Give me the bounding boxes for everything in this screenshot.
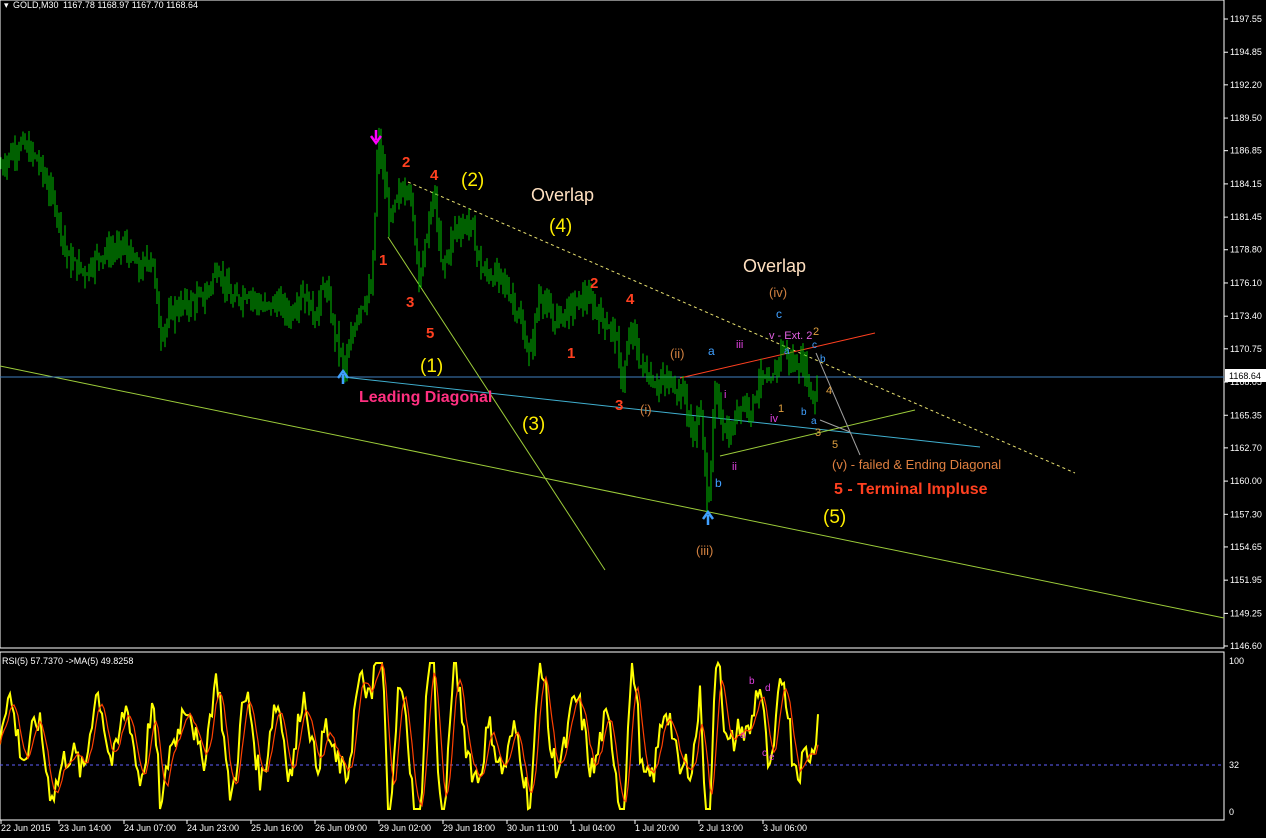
rsi-label-b: b xyxy=(749,676,755,687)
sub-wave-4: 4 xyxy=(430,167,439,184)
price-tick-label: 1162.70 xyxy=(1230,443,1262,453)
price-tick-label: 1154.65 xyxy=(1230,542,1262,552)
small-a-1: a xyxy=(708,344,715,358)
price-tick-label: 1173.40 xyxy=(1230,311,1262,321)
sub-wave-4-2: 2 xyxy=(590,275,598,292)
price-tick-label: 1151.95 xyxy=(1230,575,1262,585)
time-tick-label: 30 Jun 11:00 xyxy=(507,823,558,833)
time-tick-label: 29 Jun 18:00 xyxy=(443,823,495,833)
price-tick-label: 1178.80 xyxy=(1230,245,1262,255)
arrow-up-icon xyxy=(701,509,715,525)
time-tick-label: 25 Jun 16:00 xyxy=(251,823,303,833)
time-tick-label: 3 Jul 06:00 xyxy=(763,823,807,833)
time-tick-label: 29 Jun 02:00 xyxy=(379,823,431,833)
wave-i-label: (i) xyxy=(640,402,652,417)
small-5: 5 xyxy=(832,439,838,451)
wave-ii-label: (ii) xyxy=(670,346,684,361)
wave-iv-label: (iv) xyxy=(769,285,787,300)
wave-label-2: (2) xyxy=(461,170,484,191)
price-axis: 1197.55 1194.85 1192.20 1189.50 1186.85 1184.… xyxy=(1224,14,1262,651)
time-tick-label: 1 Jul 20:00 xyxy=(635,823,679,833)
sub-wave-5: 5 xyxy=(426,325,434,342)
lower-channel-line xyxy=(0,365,1225,619)
price-tick-label: 1181.45 xyxy=(1230,212,1262,222)
sub-wave-4-4: 4 xyxy=(626,291,635,308)
price-tick-label: 1160.00 xyxy=(1230,476,1262,486)
wave-iii-label: (iii) xyxy=(696,543,713,558)
price-tick-label: 1149.25 xyxy=(1230,608,1262,618)
price-tick-label: 1165.35 xyxy=(1230,410,1262,420)
rsi-labels: b d a c e xyxy=(740,676,775,763)
overlap-label-1: Overlap xyxy=(531,185,594,205)
price-candles xyxy=(0,127,818,513)
price-tick-label: 1176.10 xyxy=(1230,278,1262,288)
small-c-2: c xyxy=(812,340,817,351)
small-b-1: b xyxy=(715,476,722,490)
wave-v-label: (v) - failed & Ending Diagonal xyxy=(832,457,1001,472)
small-b-3: b xyxy=(801,407,807,418)
small-2: 2 xyxy=(813,326,819,338)
current-price-label: 1168.64 xyxy=(1229,371,1261,381)
small-3: 3 xyxy=(815,427,821,439)
wave-label-4: (4) xyxy=(549,216,572,237)
rsi-label-c: c xyxy=(762,748,767,759)
rsi-tick-0: 0 xyxy=(1229,807,1234,817)
wave-labels: (1) (2) (3) (4) (5) 1 2 3 4 5 1 2 3 4 Ov… xyxy=(359,154,1001,558)
rsi-axis: 100 32 0 xyxy=(1229,656,1244,817)
leading-diagonal-label: Leading Diagonal xyxy=(359,389,492,406)
rsi-label-e: e xyxy=(769,752,775,763)
overlap-label-2: Overlap xyxy=(743,256,806,276)
time-tick-label: 22 Jun 2015 xyxy=(1,823,51,833)
upper-dotted-line xyxy=(407,181,1076,474)
rsi-tick-100: 100 xyxy=(1229,656,1244,666)
header-symbol-icon: ▾ xyxy=(4,0,9,10)
wave-label-1: (1) xyxy=(420,356,443,377)
small-1: 1 xyxy=(778,403,784,415)
small-ii: ii xyxy=(732,461,737,473)
main-chart-frame xyxy=(0,0,1225,649)
time-tick-label: 26 Jun 09:00 xyxy=(315,823,367,833)
time-tick-label: 24 Jun 07:00 xyxy=(124,823,176,833)
time-tick-label: 2 Jul 13:00 xyxy=(699,823,743,833)
rsi-tick-32: 32 xyxy=(1229,760,1239,770)
small-a-3: a xyxy=(811,416,817,427)
price-tick-label: 1170.75 xyxy=(1230,344,1262,354)
header-symbol: GOLD,M30 xyxy=(13,0,59,10)
wave-label-5: (5) xyxy=(823,507,846,528)
sub-wave-4-1: 1 xyxy=(567,345,575,362)
ext-label: v - Ext. 2 xyxy=(769,330,812,342)
wave-label-3: (3) xyxy=(522,414,545,435)
small-iii: iii xyxy=(736,339,743,351)
small-a-2: a xyxy=(784,346,790,357)
small-c-1: c xyxy=(776,307,782,321)
header-ohlc: 1167.78 1168.97 1167.70 1168.64 xyxy=(63,0,198,10)
terminal-impulse-label: 5 - Terminal Impluse xyxy=(834,481,988,498)
small-i: i xyxy=(724,389,726,401)
price-tick-label: 1194.85 xyxy=(1230,47,1262,57)
small-b-2: b xyxy=(820,354,826,365)
time-tick-label: 24 Jun 23:00 xyxy=(187,823,239,833)
time-tick-label: 23 Jun 14:00 xyxy=(59,823,111,833)
price-tick-label: 1184.15 xyxy=(1230,179,1262,189)
price-tick-label: 1192.20 xyxy=(1230,80,1262,90)
price-tick-label: 1186.85 xyxy=(1230,146,1262,156)
time-tick-label: 1 Jul 04:00 xyxy=(571,823,615,833)
price-tick-label: 1197.55 xyxy=(1230,14,1262,24)
sub-wave-2: 2 xyxy=(402,154,410,171)
trendlines xyxy=(0,181,1225,619)
price-tick-label: 1146.60 xyxy=(1230,641,1262,651)
chart-svg: 1197.55 1194.85 1192.20 1189.50 1186.85 1184.… xyxy=(0,0,1266,833)
rsi-header: RSI(5) 57.7370 ->MA(5) 49.8258 xyxy=(2,656,133,666)
time-axis: 22 Jun 2015 23 Jun 14:00 24 Jun 07:00 24 Ju… xyxy=(0,820,807,833)
rsi-line xyxy=(0,660,819,811)
rsi-label-d: d xyxy=(765,683,771,694)
price-tick-label: 1189.50 xyxy=(1230,113,1262,123)
sub-wave-4-3: 3 xyxy=(615,397,623,414)
sub-wave-1: 1 xyxy=(379,252,387,269)
rsi-label-a: a xyxy=(740,730,746,741)
price-tick-label: 1157.30 xyxy=(1230,509,1262,519)
sub-wave-3: 3 xyxy=(406,294,414,311)
small-4: 4 xyxy=(826,385,832,397)
rsi-frame xyxy=(0,651,1225,821)
